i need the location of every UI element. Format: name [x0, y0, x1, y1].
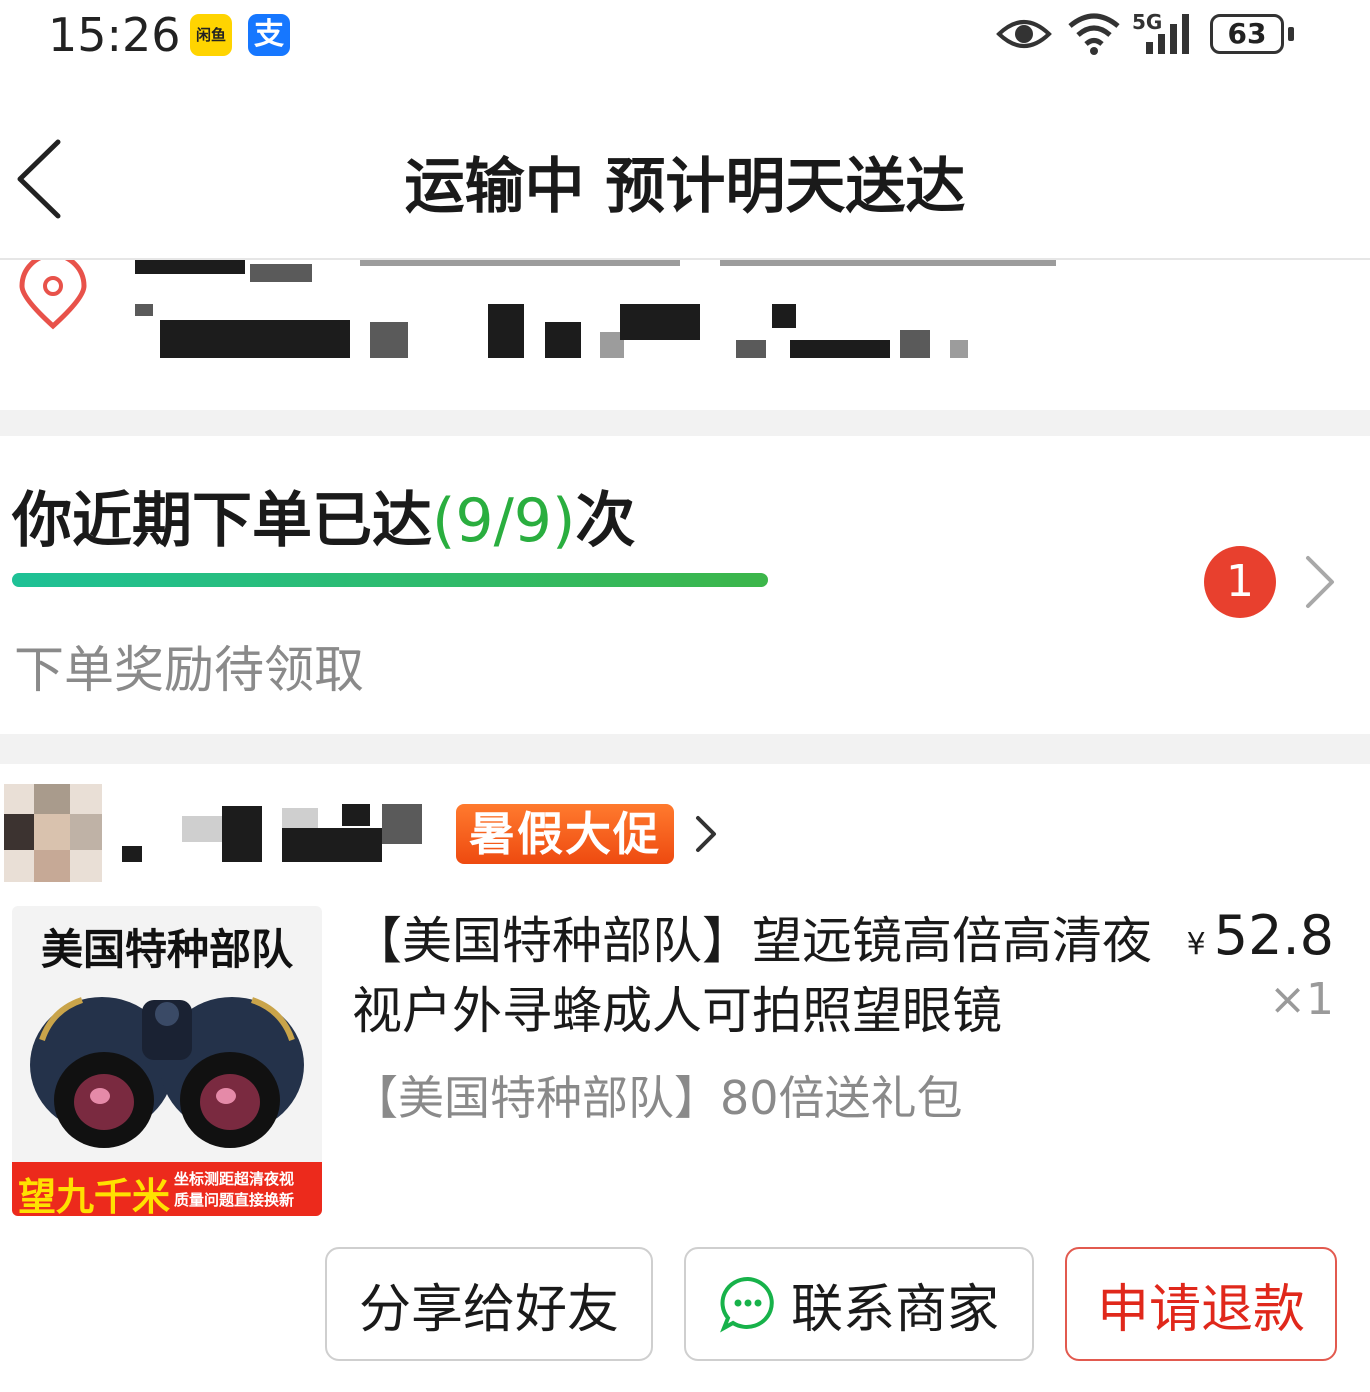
- product-image-title: 美国特种部队: [40, 925, 293, 974]
- page-title: 运输中 预计明天送达: [404, 152, 966, 222]
- reward-title-prefix: 你近期下单已达: [12, 486, 432, 556]
- battery-indicator: 63: [1210, 14, 1284, 54]
- reward-title-suffix: 次: [575, 486, 636, 556]
- reward-title: 你近期下单已达(9/9)次: [12, 472, 635, 559]
- product-image-banner: 望九千米 坐标测距超清夜视 质量问题直接换新: [12, 1162, 322, 1216]
- xianyu-app-icon: 闲鱼: [190, 14, 232, 56]
- alipay-app-label: 支: [254, 17, 284, 52]
- product-image-banner-line2: 质量问题直接换新: [174, 1191, 295, 1209]
- price-value: 52.8: [1213, 904, 1334, 967]
- refund-button[interactable]: 申请退款: [1065, 1247, 1337, 1361]
- promo-tag: 暑假大促: [456, 804, 674, 864]
- product-name: 【美国特种部队】望远镜高倍高清夜视户外寻蜂成人可拍照望眼镜: [352, 912, 1152, 1040]
- notification-badge: 1: [1204, 546, 1276, 618]
- reward-progress-bar: [12, 573, 768, 587]
- status-bar: 15:26 闲鱼 支 5G 63: [0, 0, 1370, 80]
- product-spec: 【美国特种部队】80倍送礼包: [352, 1071, 963, 1125]
- product-image-banner-title: 望九千米: [18, 1175, 171, 1216]
- location-pin-icon: [19, 260, 87, 330]
- alipay-app-icon: 支: [248, 14, 290, 56]
- shipping-address[interactable]: [0, 260, 1370, 410]
- reward-subtitle: 下单奖励待领取: [14, 641, 364, 699]
- refund-button-label: 申请退款: [1096, 1279, 1305, 1340]
- product-image: 美国特种部队 望九千米 坐标测距超清夜视 质量问题直接换新: [12, 906, 322, 1216]
- section-divider: [0, 734, 1370, 764]
- wifi-icon: [1068, 13, 1120, 55]
- product-price: ¥52.8: [1187, 904, 1334, 967]
- section-divider: [0, 410, 1370, 436]
- share-button[interactable]: 分享给好友: [325, 1247, 653, 1361]
- signal-icon: [1146, 14, 1189, 54]
- reward-progress-fill: [12, 573, 768, 587]
- product-image-banner-line1: 坐标测距超清夜视: [174, 1170, 295, 1188]
- battery-level: 63: [1227, 17, 1267, 50]
- contact-seller-button[interactable]: 联系商家: [684, 1247, 1034, 1361]
- binoculars-image: [30, 997, 304, 1148]
- chevron-right-icon[interactable]: [1300, 552, 1340, 612]
- battery-tip: [1288, 27, 1294, 41]
- shop-avatar: [4, 784, 102, 882]
- nav-bar: 运输中 预计明天送达: [0, 100, 1370, 260]
- xianyu-app-label: 闲鱼: [195, 26, 226, 44]
- shop-chevron-right-icon[interactable]: [690, 812, 720, 856]
- reward-count: (9/9): [432, 486, 576, 556]
- status-time: 15:26: [48, 8, 181, 62]
- eye-icon: [996, 20, 1052, 48]
- product-quantity: ×1: [1269, 974, 1334, 1025]
- share-button-label: 分享给好友: [358, 1279, 619, 1340]
- currency-symbol: ¥: [1186, 927, 1206, 962]
- contact-seller-button-label: 联系商家: [790, 1279, 999, 1340]
- chat-bubble-icon: [720, 1276, 774, 1333]
